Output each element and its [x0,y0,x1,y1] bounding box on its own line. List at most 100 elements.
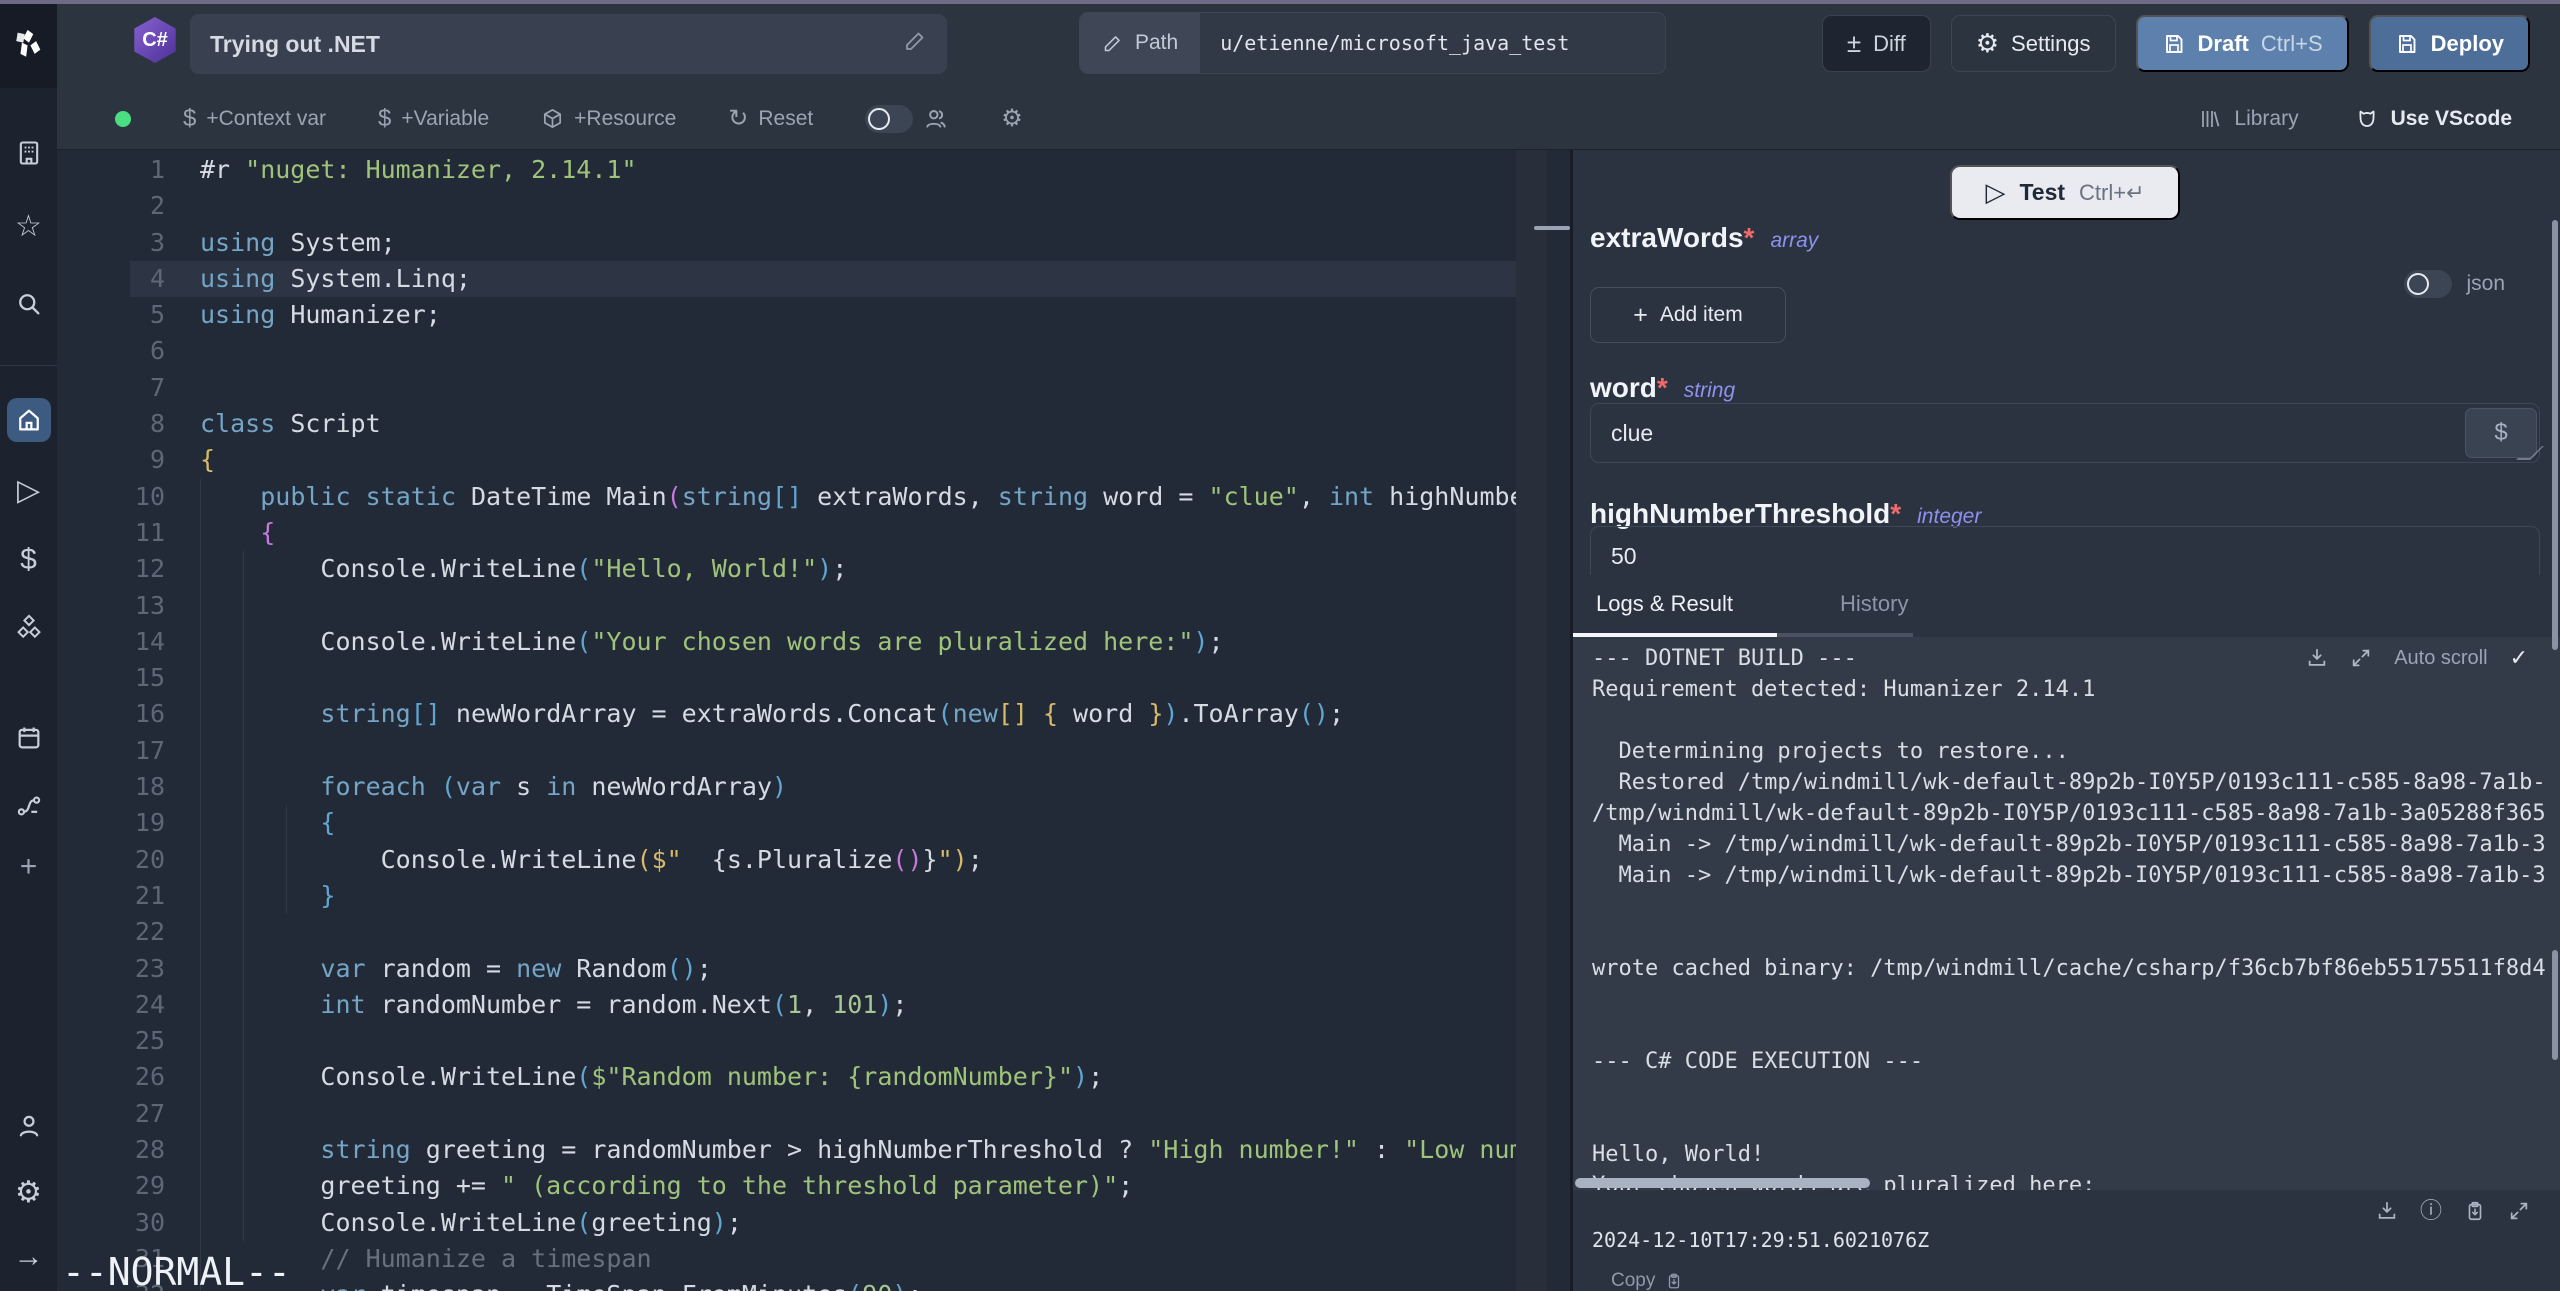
code-line[interactable]: 22 [57,914,1516,950]
code-line[interactable]: 11 { [57,515,1516,551]
log-line [1592,891,2546,922]
code-line[interactable]: 13 [57,588,1516,624]
code-line[interactable]: 28 string greeting = randomNumber > high… [57,1132,1516,1168]
copy-clipboard-icon[interactable] [2464,1200,2486,1222]
schedules-calendar-icon[interactable] [0,715,57,761]
copy-result-button[interactable]: Copy [1611,1270,1683,1291]
add-variable-button[interactable]: $ +Variable [378,107,489,131]
code-line[interactable]: 21 } [57,878,1516,914]
download-logs-icon[interactable] [2306,647,2328,669]
draft-button[interactable]: Draft Ctrl+S [2136,15,2349,72]
account-person-icon[interactable] [0,1103,57,1149]
add-plus-icon[interactable]: + [0,844,57,890]
form-scrollbar[interactable] [2552,220,2558,650]
library-button[interactable]: Library [2198,107,2298,131]
add-resource-button[interactable]: +Resource [541,107,676,131]
test-shortcut: Ctrl+↵ [2079,180,2145,206]
add-context-var-button[interactable]: $ +Context var [183,107,326,131]
code-line[interactable]: 3using System; [57,225,1516,261]
result-panel: ⓘ 2024-12-10T17:29:51.6021076Z Copy [1573,1190,2560,1291]
test-button[interactable]: ▷ Test Ctrl+↵ [1950,165,2180,220]
code-line[interactable]: 12 Console.WriteLine("Hello, World!"); [57,551,1516,587]
settings-button[interactable]: ⚙ Settings [1951,15,2116,72]
script-title-field[interactable]: Trying out .NET [190,14,947,74]
settings-gear-icon[interactable]: ⚙ [0,1170,57,1216]
code-line[interactable]: 17 [57,733,1516,769]
auto-scroll-checkbox[interactable]: ✓ [2510,645,2528,671]
windmill-logo[interactable] [0,0,57,88]
workspace-icon[interactable] [0,130,57,176]
code-line[interactable]: 30 Console.WriteLine(greeting); [57,1205,1516,1241]
code-line[interactable]: 4using System.Linq; [57,261,1516,297]
code-line[interactable]: 24 int randomNumber = random.Next(1, 101… [57,987,1516,1023]
dollar-icon: $ [183,107,196,131]
info-icon[interactable]: ⓘ [2420,1200,2442,1222]
add-item-button[interactable]: + Add item [1590,287,1786,343]
code-line[interactable]: 6 [57,333,1516,369]
log-line [1592,922,2546,953]
log-line: Requirement detected: Humanizer 2.14.1 [1592,674,2546,705]
code-line[interactable]: 27 [57,1096,1516,1132]
code-line[interactable]: 5using Humanizer; [57,297,1516,333]
download-result-icon[interactable] [2376,1200,2398,1222]
diff-button[interactable]: ± Diff [1822,15,1931,72]
edit-title-pencil-icon[interactable] [903,29,927,60]
line-number: 19 [57,805,165,841]
code-line[interactable]: 20 Console.WriteLine($" {s.Pluralize()}"… [57,842,1516,878]
log-scrollbar[interactable] [2552,950,2558,1060]
code-line[interactable]: 15 [57,660,1516,696]
logs-panel[interactable]: --- DOTNET BUILD ---Requirement detected… [1573,637,2560,1190]
code-line[interactable]: 9{ [57,442,1516,478]
vscode-cat-icon [2355,107,2379,131]
code-editor[interactable]: 1#r "nuget: Humanizer, 2.14.1"23using Sy… [57,150,1570,1291]
reset-button[interactable]: ↻ Reset [728,107,813,131]
collapse-arrow-icon[interactable]: → [0,1234,57,1280]
tab-history[interactable]: History [1840,575,1908,633]
code-line[interactable]: 8class Script [57,406,1516,442]
vim-mode-indicator: --NORMAL-- [62,1250,291,1291]
home-icon[interactable] [0,397,57,443]
line-number: 6 [57,333,165,369]
variables-dollar-icon[interactable]: $ [0,537,57,583]
line-number: 3 [57,225,165,261]
path-field[interactable]: Path u/etienne/microsoft_java_test [1079,12,1666,74]
code-line[interactable]: 2 [57,188,1516,224]
runs-play-icon[interactable]: ▷ [0,468,57,514]
expand-result-icon[interactable] [2508,1200,2530,1222]
code-line[interactable]: 29 greeting += " (according to the thres… [57,1168,1516,1204]
path-value: u/etienne/microsoft_java_test [1200,13,1589,73]
deploy-button[interactable]: Deploy [2369,15,2530,72]
code-line[interactable]: 1#r "nuget: Humanizer, 2.14.1" [57,152,1516,188]
topbar: C# Trying out .NET Path u/etienne/micros… [57,0,2560,88]
line-number: 27 [57,1096,165,1132]
resources-cubes-icon[interactable] [0,604,57,650]
code-line[interactable]: 25 [57,1023,1516,1059]
code-line[interactable]: 16 string[] newWordArray = extraWords.Co… [57,696,1516,732]
code-line[interactable]: 14 Console.WriteLine("Your chosen words … [57,624,1516,660]
line-number: 15 [57,660,165,696]
code-line[interactable]: 10 public static DateTime Main(string[] … [57,479,1516,515]
panel-split-handle[interactable] [1534,226,1570,230]
code-line[interactable]: 19 { [57,805,1516,841]
favorites-star-icon[interactable]: ☆ [0,204,57,250]
log-horizontal-scrollbar[interactable] [1575,1178,1870,1188]
json-toggle[interactable] [2404,270,2452,298]
field-type: string [1684,379,1735,402]
code-line[interactable]: 7 [57,370,1516,406]
code-line[interactable]: 26 Console.WriteLine($"Random number: {r… [57,1059,1516,1095]
script-title: Trying out .NET [210,31,903,58]
search-icon[interactable] [0,281,57,327]
minimap[interactable] [1516,150,1547,1291]
line-number: 23 [57,951,165,987]
code-line[interactable]: 23 var random = new Random(); [57,951,1516,987]
multiplayer-toggle[interactable] [865,105,913,133]
tab-logs-result[interactable]: Logs & Result [1596,575,1733,633]
line-number: 13 [57,588,165,624]
use-vscode-button[interactable]: Use VScode [2355,107,2512,131]
code-line[interactable]: 18 foreach (var s in newWordArray) [57,769,1516,805]
flows-route-icon[interactable] [0,783,57,829]
word-input[interactable] [1590,403,2540,463]
editor-settings-gear-icon[interactable]: ⚙ [1001,107,1023,131]
expand-logs-icon[interactable] [2350,647,2372,669]
draft-shortcut: Ctrl+S [2261,31,2323,57]
